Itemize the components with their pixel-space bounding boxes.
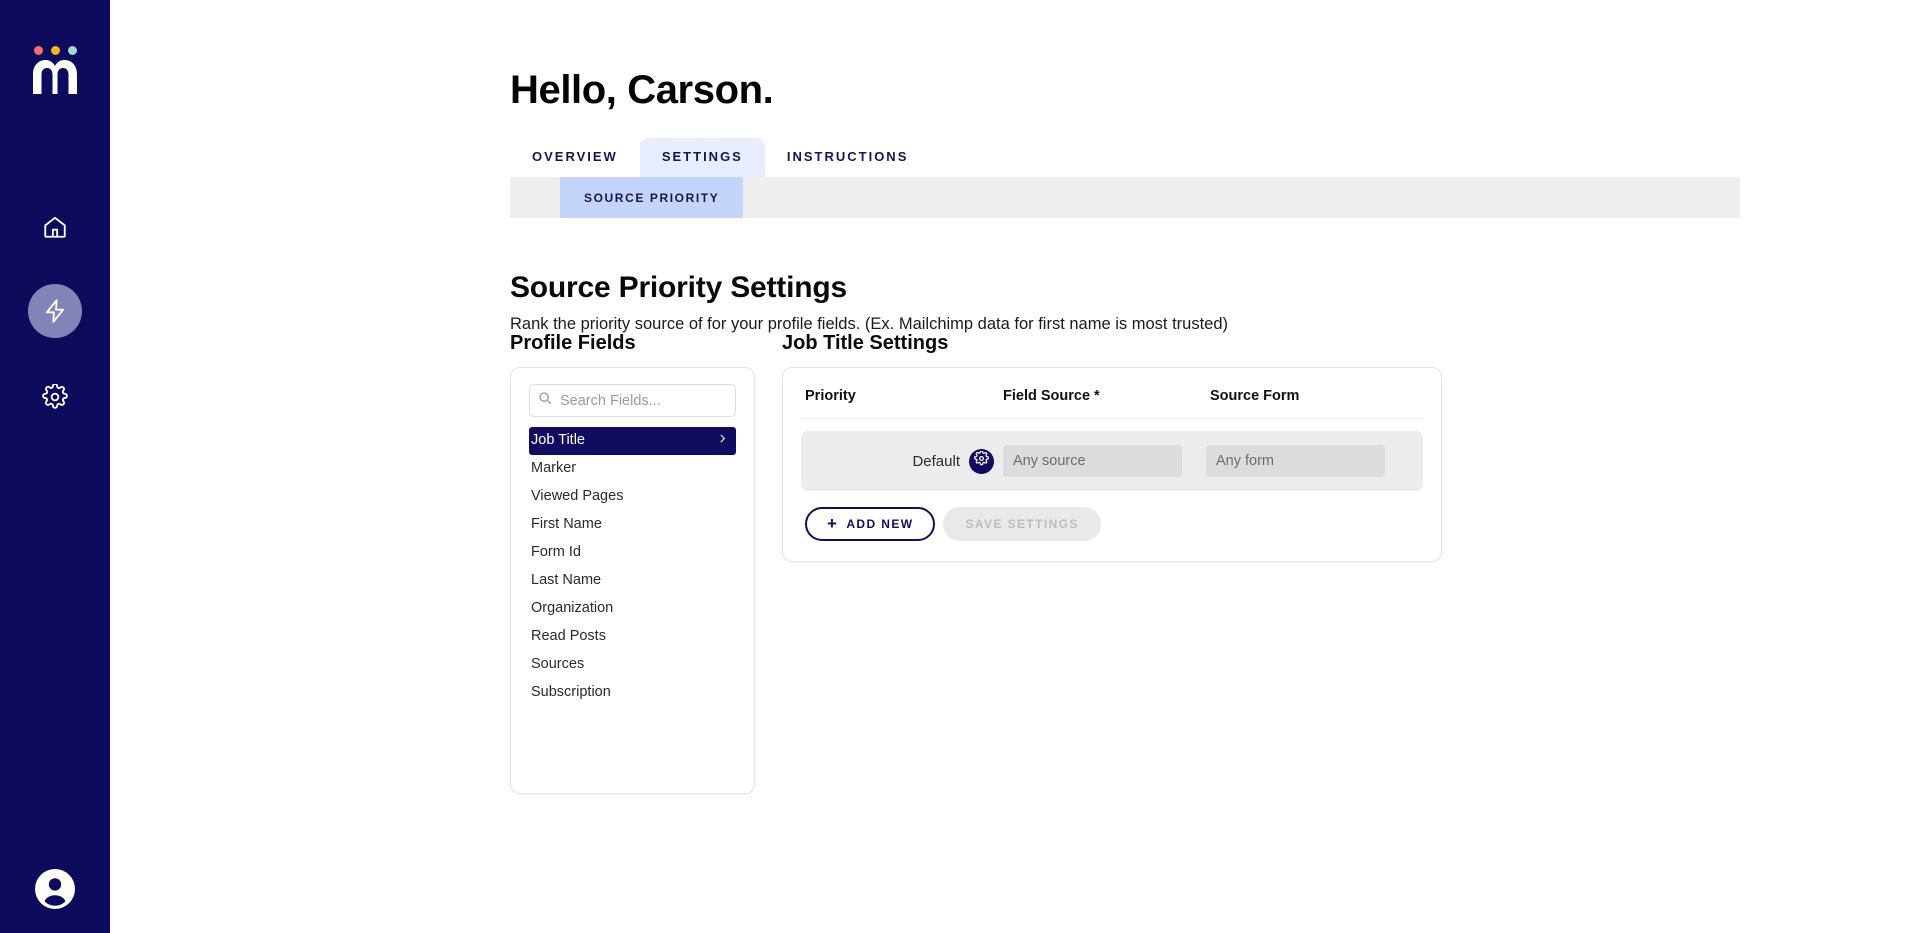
field-item-label: Viewed Pages [531, 488, 624, 505]
subtab-spacer [510, 177, 560, 218]
user-avatar-icon [31, 865, 79, 913]
field-item-form-id[interactable]: Form Id [529, 539, 736, 567]
save-settings-button[interactable]: SAVE SETTINGS [943, 507, 1101, 541]
field-item-viewed-pages[interactable]: Viewed Pages [529, 483, 736, 511]
field-settings-panel: Priority Field Source * Source Form Defa… [782, 367, 1442, 562]
column-header-field-source: Field Source * [1003, 388, 1100, 404]
profile-fields-heading: Profile Fields [510, 332, 636, 354]
add-new-button[interactable]: + ADD NEW [805, 507, 936, 541]
field-item-subscription[interactable]: Subscription [529, 679, 736, 707]
page-title: Source Priority Settings [510, 270, 847, 304]
column-header-source-form: Source Form [1210, 388, 1300, 404]
field-source-select[interactable]: Any source [1003, 445, 1182, 477]
field-item-marker[interactable]: Marker [529, 455, 736, 483]
field-item-label: Organization [531, 600, 614, 617]
logo-dot-red [33, 46, 43, 55]
field-item-organization[interactable]: Organization [529, 595, 736, 623]
field-item-label: Subscription [531, 684, 611, 701]
field-item-sources[interactable]: Sources [529, 651, 736, 679]
settings-actions: + ADD NEW SAVE SETTINGS [801, 507, 1423, 541]
table-row: Default Any source Any form [801, 431, 1423, 491]
chevron-right-icon [717, 430, 728, 451]
page-description: Rank the priority source of for your pro… [510, 314, 1229, 333]
gear-icon [974, 450, 989, 471]
field-item-label: Marker [531, 460, 577, 477]
primary-tabs: OVERVIEW SETTINGS INSTRUCTIONS [510, 131, 930, 177]
lightning-bolt-icon [42, 298, 68, 324]
field-settings-column: Job Title Settings Priority Field Source… [782, 332, 1442, 562]
column-header-priority: Priority [805, 388, 856, 404]
field-item-label: Last Name [531, 572, 602, 589]
profile-fields-column: Profile Fields Job Title [510, 332, 755, 794]
sidebar-item-account[interactable] [28, 862, 82, 916]
app-logo[interactable] [0, 46, 110, 94]
profile-fields-list: Job Title Marker Viewed Pages First Name [529, 427, 736, 707]
logo-dot-teal [67, 46, 77, 55]
add-new-label: ADD NEW [846, 517, 914, 531]
field-item-read-posts[interactable]: Read Posts [529, 623, 736, 651]
field-item-label: Form Id [531, 544, 581, 561]
row-gear-icon-button[interactable] [969, 448, 994, 474]
field-item-label: First Name [531, 516, 602, 533]
search-fields-box[interactable] [529, 384, 736, 417]
field-item-label: Read Posts [531, 628, 606, 645]
left-sidebar [0, 0, 110, 933]
field-item-label: Job Title [531, 432, 585, 448]
secondary-tab-bar: SOURCE PRIORITY [510, 177, 1740, 218]
sidebar-item-automations[interactable] [28, 284, 82, 338]
subtab-source-priority[interactable]: SOURCE PRIORITY [560, 177, 744, 218]
search-input[interactable] [558, 391, 727, 410]
tab-settings[interactable]: SETTINGS [639, 138, 765, 177]
field-item-first-name[interactable]: First Name [529, 511, 736, 539]
search-icon [538, 391, 558, 410]
logo-dots [33, 46, 77, 55]
logo-m-glyph [33, 60, 77, 94]
priority-label: Default [912, 452, 960, 470]
logo-dot-yellow [50, 46, 60, 55]
profile-fields-panel: Job Title Marker Viewed Pages First Name [510, 367, 755, 794]
field-item-last-name[interactable]: Last Name [529, 567, 736, 595]
gear-icon [42, 384, 68, 410]
sidebar-item-settings[interactable] [28, 370, 82, 424]
settings-table-header: Priority Field Source * Source Form [801, 368, 1423, 419]
tab-overview[interactable]: OVERVIEW [510, 138, 640, 177]
sidebar-item-home[interactable] [28, 200, 82, 254]
main-content: Hello, Carson. OVERVIEW SETTINGS INSTRUC… [110, 0, 1914, 933]
field-item-label: Sources [531, 656, 585, 673]
tab-instructions[interactable]: INSTRUCTIONS [765, 138, 931, 177]
source-form-select[interactable]: Any form [1206, 445, 1385, 477]
field-item-job-title[interactable]: Job Title [529, 427, 736, 456]
plus-icon: + [827, 513, 839, 533]
home-icon [42, 214, 68, 240]
app-root: Hello, Carson. OVERVIEW SETTINGS INSTRUC… [0, 0, 1914, 933]
field-settings-heading: Job Title Settings [782, 332, 949, 354]
row-priority-cell: Default [805, 448, 1003, 474]
page-greeting: Hello, Carson. [510, 67, 774, 112]
